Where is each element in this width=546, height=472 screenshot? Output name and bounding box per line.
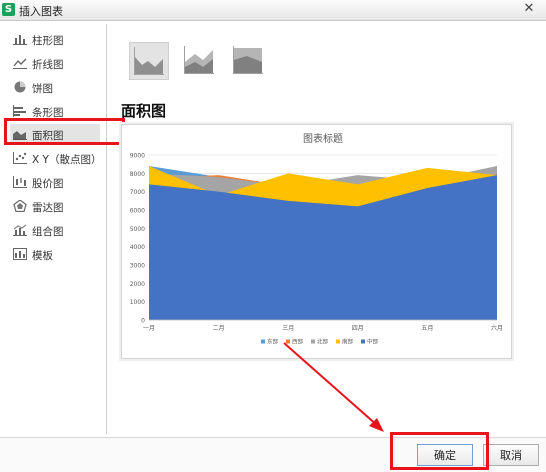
- sidebar-item-scatter[interactable]: X Y（散点图）: [10, 148, 102, 168]
- percent-stacked-area-subtype-icon: [233, 46, 263, 74]
- sidebar-item-label: X Y（散点图）: [32, 154, 102, 166]
- combo-chart-icon: [13, 224, 27, 236]
- y-tick-label: 3000: [130, 263, 145, 270]
- radar-chart-icon: [13, 200, 27, 212]
- close-button[interactable]: ✕: [520, 1, 538, 17]
- subtype-area-thumbnail[interactable]: [129, 42, 169, 80]
- scatter-chart-icon: [13, 152, 27, 164]
- close-icon: ✕: [523, 1, 535, 16]
- legend-swatch: [361, 339, 365, 344]
- sidebar-item-label: 雷达图: [32, 202, 64, 214]
- legend-label: 北部: [317, 338, 329, 346]
- sidebar-item-label: 股价图: [32, 178, 64, 190]
- pie-chart-icon: [14, 81, 26, 93]
- line-chart-icon: [13, 58, 27, 69]
- sidebar-item-label: 柱形图: [32, 35, 64, 47]
- legend-label: 中部: [367, 338, 379, 346]
- chart-type-sidebar: 柱形图 折线图 饼图 条形图 面积图 X Y（散点图） 股价图 雷达图 组合图 …: [4, 24, 107, 434]
- sidebar-item-pie[interactable]: 饼图: [10, 77, 100, 97]
- highlight-box-ok-button: [390, 432, 489, 470]
- area-subtype-icon: [134, 47, 164, 75]
- sidebar-item-label: 模板: [32, 250, 53, 262]
- sidebar-item-column[interactable]: 柱形图: [10, 29, 100, 49]
- sidebar-item-label: 折线图: [32, 59, 64, 71]
- y-tick-label: 4000: [130, 244, 145, 251]
- area-chart: 图表标题 0 1000 2000 3000 4000 5000 6000 7000 8000 900…: [130, 132, 503, 346]
- sidebar-item-line[interactable]: 折线图: [10, 53, 100, 73]
- x-tick-label: 三月: [282, 325, 294, 332]
- subtype-percent-stacked-area-thumbnail[interactable]: [229, 42, 269, 80]
- stock-chart-icon: [13, 176, 27, 188]
- column-chart-icon: [13, 35, 27, 45]
- window-title: 插入图表: [19, 5, 63, 18]
- sidebar-item-template[interactable]: 模板: [10, 244, 100, 264]
- sidebar-item-stock[interactable]: 股价图: [10, 172, 100, 192]
- y-tick-label: 2000: [130, 281, 145, 288]
- legend-label: 西部: [292, 338, 304, 346]
- sidebar-item-radar[interactable]: 雷达图: [10, 196, 100, 216]
- legend-swatch: [336, 339, 340, 344]
- title-bar: S 插入图表 ✕: [0, 0, 546, 21]
- x-tick-label: 二月: [213, 325, 225, 332]
- legend-swatch: [286, 339, 290, 344]
- legend-label: 东部: [267, 338, 279, 346]
- chart-title: 图表标题: [303, 132, 343, 145]
- x-tick-label: 五月: [421, 325, 433, 332]
- x-tick-label: 一月: [143, 325, 155, 332]
- y-tick-label: 9000: [130, 153, 145, 160]
- wps-app-icon: S: [2, 3, 15, 16]
- subtype-stacked-area-thumbnail[interactable]: [180, 42, 220, 80]
- legend-label: 南部: [342, 338, 354, 346]
- sidebar-item-label: 组合图: [32, 226, 64, 238]
- x-tick-label: 六月: [491, 324, 503, 332]
- y-tick-label: 7000: [130, 189, 145, 196]
- y-tick-label: 5000: [130, 226, 145, 233]
- bar-chart-icon: [13, 105, 26, 117]
- chart-preview: 图表标题 0 1000 2000 3000 4000 5000 6000 7000 8000 900…: [121, 124, 512, 359]
- legend-swatch: [311, 339, 315, 344]
- section-title: 面积图: [121, 102, 167, 120]
- sidebar-item-combo[interactable]: 组合图: [10, 220, 100, 240]
- cancel-button[interactable]: 取消: [483, 444, 539, 466]
- x-tick-label: 四月: [352, 325, 364, 332]
- y-tick-label: 1000: [130, 299, 145, 306]
- y-tick-label: 8000: [130, 171, 145, 178]
- y-tick-label: 6000: [130, 208, 145, 215]
- sidebar-item-label: 饼图: [32, 83, 53, 95]
- legend-swatch: [261, 339, 265, 344]
- stacked-area-subtype-icon: [184, 46, 214, 74]
- y-tick-label: 0: [141, 318, 145, 325]
- highlight-box-area-item: [4, 118, 125, 145]
- template-icon: [13, 248, 27, 260]
